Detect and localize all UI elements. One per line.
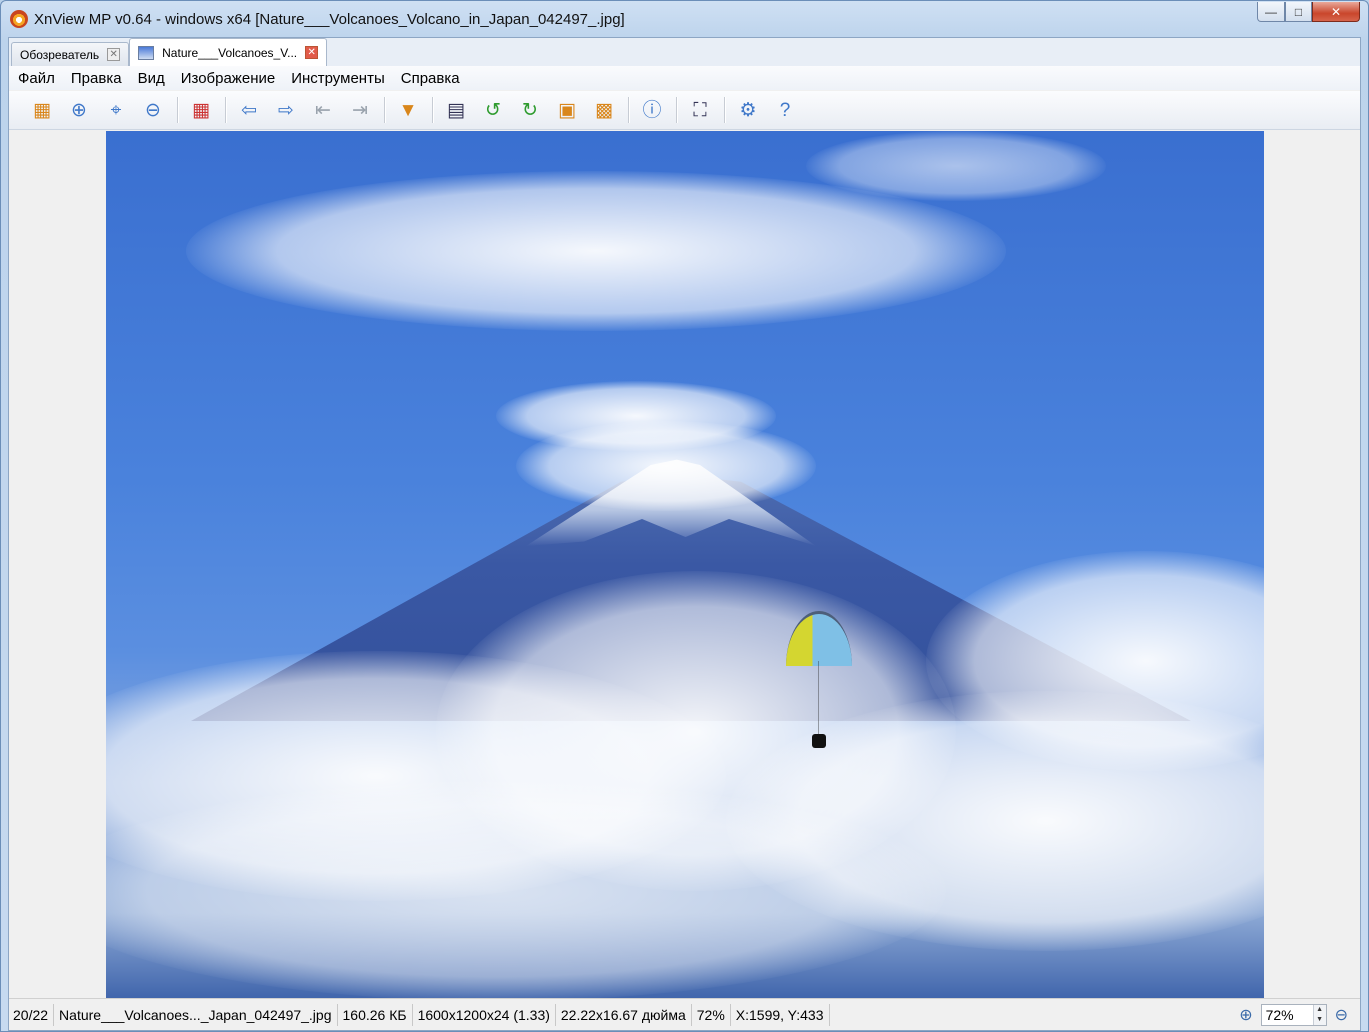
first-icon: ⇤ [315,99,331,121]
image-thumbnail-icon [138,45,155,60]
window-title: XnView MP v0.64 - windows x64 [Nature___… [34,10,625,28]
zoom-fit-icon: ⌖ [110,99,122,121]
last-button[interactable]: ⇥ [345,95,375,125]
info-button[interactable]: ⓘ [637,95,667,125]
crop-icon: ▣ [558,99,576,121]
info-icon: ⓘ [642,99,662,121]
zoom-spinbox[interactable]: 72% ▲ ▼ [1260,1003,1327,1026]
fullscreen-button[interactable]: ⛶ [685,95,715,125]
spin-down-icon[interactable]: ▼ [1314,1015,1326,1025]
cloud [516,421,816,511]
status-zoom: 72% [692,1003,731,1026]
next-button[interactable]: ⇨ [271,95,301,125]
browser-icon: ▦ [33,99,51,121]
status-index: 20/22 [9,1003,55,1026]
zoom-in-button[interactable]: ⊕ [64,95,94,125]
rotate-left-button[interactable]: ↺ [478,95,508,125]
tab-label: Обозреватель [20,47,100,62]
help-button[interactable]: ? [770,95,800,125]
toolbar: ▦ ⊕ ⌖ ⊖ ▦ ⇦ ⇨ ⇤ ⇥ ▼ ▤ ↺ ↻ ▣ ▩ ⓘ ⛶ ⚙ ? [9,91,1360,130]
previous-button[interactable]: ⇦ [234,95,264,125]
crop-button[interactable]: ▣ [552,95,582,125]
grid-button[interactable]: ▦ [186,95,216,125]
resize-button[interactable]: ▩ [589,95,619,125]
menu-image[interactable]: Изображение [173,70,284,87]
paraglider-pilot [812,734,826,748]
status-bar: 20/22 Nature___Volcanoes..._Japan_042497… [9,998,1360,1030]
zoom-out-button[interactable]: ⊖ [138,95,168,125]
rotate-right-button[interactable]: ↻ [515,95,545,125]
adjust-colors-button[interactable]: ▤ [441,95,471,125]
tab-label: Nature___Volcanoes_V... [162,45,298,60]
menu-tools[interactable]: Инструменты [283,70,393,87]
settings-button[interactable]: ⚙ [733,95,763,125]
browser-button[interactable]: ▦ [27,95,57,125]
next-icon: ⇨ [278,99,294,121]
help-icon: ? [779,99,791,121]
zoom-spinner[interactable]: ▲ ▼ [1312,1004,1326,1025]
zoom-value[interactable]: 72% [1266,1007,1294,1023]
slideshow-button[interactable]: ▼ [393,95,423,125]
client-area: Обозреватель ✕ Nature___Volcanoes_V... ✕… [8,37,1361,1031]
status-filename: Nature___Volcanoes..._Japan_042497_.jpg [54,1003,338,1026]
title-bar[interactable]: XnView MP v0.64 - windows x64 [Nature___… [1,1,1368,37]
zoom-out-icon: ⊖ [145,99,161,121]
toolbar-separator [225,97,226,123]
tab-browser[interactable]: Обозреватель ✕ [11,42,130,66]
toolbar-separator [628,97,629,123]
menu-bar: Файл Правка Вид Изображение Инструменты … [9,66,1360,90]
tab-close-button[interactable]: ✕ [305,46,319,59]
close-button[interactable]: ✕ [1312,2,1360,22]
app-window: XnView MP v0.64 - windows x64 [Nature___… [0,0,1369,1032]
grid-icon: ▦ [192,99,210,121]
zoom-fit-button[interactable]: ⌖ [101,95,131,125]
rotate-left-icon: ↺ [485,99,501,121]
status-cursor: X:1599, Y:433 [731,1003,830,1026]
adjust-colors-icon: ▤ [447,99,465,121]
status-print-size: 22.22x16.67 дюйма [556,1003,692,1026]
last-icon: ⇥ [352,99,368,121]
resize-icon: ▩ [595,99,613,121]
cloud [806,131,1106,201]
status-filesize: 160.26 КБ [338,1003,413,1026]
zoom-controls: ⊕ 72% ▲ ▼ ⊖ [1239,1003,1360,1026]
xnview-logo-icon [10,10,28,28]
settings-icon: ⚙ [739,99,757,121]
status-dimensions: 1600x1200x24 (1.33) [413,1003,556,1026]
zoom-in-icon: ⊕ [71,99,87,121]
toolbar-separator [384,97,385,123]
image-viewer[interactable] [9,131,1360,1000]
toolbar-separator [724,97,725,123]
window-controls: — □ ✕ [1257,2,1360,22]
cloud [106,781,946,1000]
menu-view[interactable]: Вид [130,70,173,87]
toolbar-separator [177,97,178,123]
rotate-right-icon: ↻ [522,99,538,121]
zoom-in-icon[interactable]: ⊕ [1239,1005,1252,1025]
menu-file[interactable]: Файл [9,70,63,87]
maximize-button[interactable]: □ [1285,2,1312,22]
tab-image[interactable]: Nature___Volcanoes_V... ✕ [129,38,328,66]
paraglider-line [818,661,819,735]
menu-edit[interactable]: Правка [63,70,130,87]
tab-bar: Обозреватель ✕ Nature___Volcanoes_V... ✕ [9,38,1360,66]
spin-up-icon[interactable]: ▲ [1314,1005,1326,1015]
toolbar-separator [676,97,677,123]
fullscreen-icon: ⛶ [693,99,707,121]
slideshow-icon: ▼ [398,99,418,121]
first-button[interactable]: ⇤ [308,95,338,125]
minimize-button[interactable]: — [1257,2,1285,22]
menu-help[interactable]: Справка [393,70,468,87]
previous-icon: ⇦ [241,99,257,121]
zoom-out-icon[interactable]: ⊖ [1335,1005,1348,1025]
toolbar-separator [432,97,433,123]
volcano-photo[interactable] [106,131,1264,1000]
tab-close-button[interactable]: ✕ [107,48,121,61]
